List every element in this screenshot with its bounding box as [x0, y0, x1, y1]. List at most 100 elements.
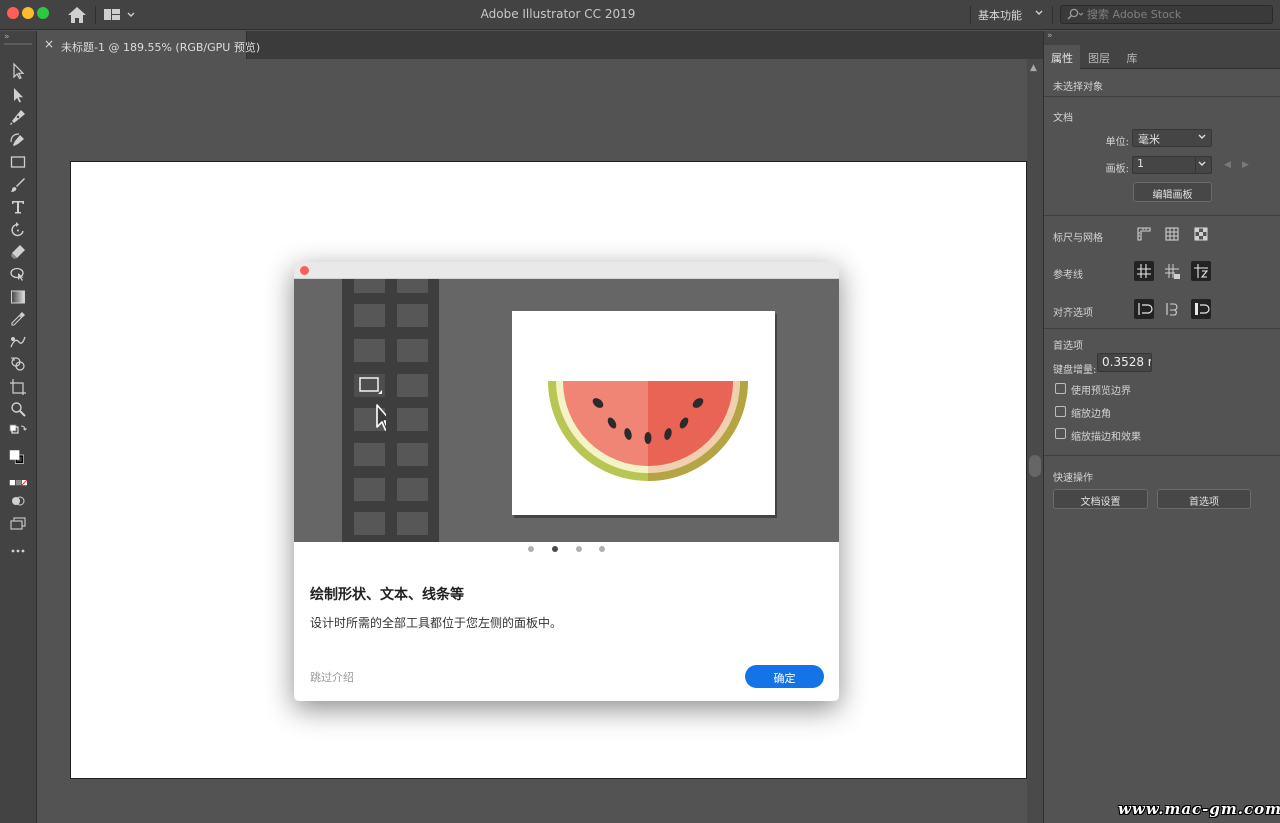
- intro-dialog: 绘制形状、文本、线条等 设计时所需的全部工具都位于您左侧的面板中。 跳过介绍 确…: [294, 262, 839, 701]
- type-tool-icon[interactable]: [7, 197, 29, 217]
- select-divider: [1195, 157, 1196, 173]
- units-label: 单位:: [1105, 137, 1129, 148]
- units-select[interactable]: 毫米: [1132, 129, 1212, 147]
- artboard-select[interactable]: 1: [1132, 156, 1212, 174]
- blend-tool-icon[interactable]: [7, 332, 29, 352]
- rectangle-tool-icon[interactable]: [7, 152, 29, 172]
- tab-layers[interactable]: 图层: [1081, 45, 1117, 69]
- workspace-switcher[interactable]: 基本功能: [978, 7, 1044, 23]
- arrange-documents-button[interactable]: [103, 7, 137, 23]
- panel-grip[interactable]: [4, 43, 32, 45]
- use-preview-bounds-checkbox[interactable]: [1055, 383, 1066, 394]
- document-section-heading: 文档: [1053, 113, 1073, 124]
- page-dot-active[interactable]: [552, 546, 558, 552]
- pen-tool-icon[interactable]: [7, 107, 29, 127]
- document-setup-button[interactable]: 文档设置: [1053, 489, 1148, 509]
- illustration-toolbar: [342, 279, 439, 542]
- titlebar-divider: [1052, 6, 1053, 24]
- document-tab[interactable]: × 未标题-1 @ 189.55% (RGB/GPU 预览): [38, 31, 260, 59]
- panel-tabs: 属性 图层 库: [1044, 45, 1280, 69]
- dialog-description: 设计时所需的全部工具都位于您左侧的面板中。: [310, 616, 563, 630]
- units-value: 毫米: [1138, 133, 1160, 146]
- home-icon[interactable]: [66, 5, 88, 25]
- eraser-tool-icon[interactable]: [7, 242, 29, 262]
- align-options-label: 对齐选项: [1053, 308, 1093, 319]
- drawing-mode-icon[interactable]: [7, 493, 29, 509]
- tab-properties[interactable]: 属性: [1044, 45, 1080, 69]
- collapse-panel-icon[interactable]: »: [1047, 31, 1053, 41]
- rulers-grids-label: 标尺与网格: [1053, 233, 1103, 244]
- align-to-pixel-icon[interactable]: [1191, 299, 1211, 319]
- grid-icon[interactable]: [1162, 224, 1182, 244]
- fill-stroke-swatch[interactable]: [4, 443, 30, 473]
- paintbrush-tool-icon[interactable]: [7, 175, 29, 195]
- ok-button[interactable]: 确定: [745, 665, 824, 688]
- keyboard-increment-input[interactable]: 0.3528 mm: [1097, 353, 1152, 372]
- guides-icon[interactable]: [1134, 261, 1154, 281]
- artboard-tool-icon[interactable]: [7, 377, 29, 397]
- page-dot[interactable]: [528, 546, 534, 552]
- window-maximize-button[interactable]: [37, 7, 49, 19]
- page-indicator: [294, 546, 839, 556]
- ruler-icon[interactable]: [1134, 224, 1154, 244]
- keyboard-increment-label: 键盘增量:: [1053, 365, 1097, 376]
- panel-divider: [1044, 215, 1280, 216]
- curvature-tool-icon[interactable]: [7, 130, 29, 150]
- stock-search-input[interactable]: [1087, 7, 1267, 22]
- vertical-scrollbar[interactable]: ▲: [1027, 59, 1043, 823]
- eyedropper-tool-icon[interactable]: [7, 309, 29, 329]
- quick-actions-heading: 快速操作: [1053, 473, 1093, 484]
- dialog-close-button[interactable]: [300, 266, 309, 275]
- scrollbar-thumb[interactable]: [1029, 455, 1041, 477]
- panel-divider: [1044, 96, 1280, 97]
- lock-guides-icon[interactable]: [1162, 261, 1182, 281]
- smart-guides-icon[interactable]: [1191, 261, 1211, 281]
- more-tools-icon[interactable]: [7, 545, 29, 557]
- selection-tool-icon[interactable]: [7, 61, 29, 81]
- panel-header: »: [1044, 31, 1280, 45]
- workspace-label: 基本功能: [978, 9, 1022, 22]
- titlebar-divider: [970, 6, 971, 24]
- panel-divider: [1044, 455, 1280, 456]
- shape-builder-tool-icon[interactable]: [7, 354, 29, 374]
- preferences-button[interactable]: 首选项: [1157, 489, 1251, 509]
- snap-to-pixel-icon[interactable]: [1162, 299, 1182, 319]
- rectangle-tool-icon: [359, 377, 386, 431]
- page-dot[interactable]: [599, 546, 605, 552]
- window-minimize-button[interactable]: [22, 7, 34, 19]
- direct-selection-tool-icon[interactable]: [7, 85, 29, 105]
- titlebar-divider: [95, 6, 96, 24]
- tab-libraries[interactable]: 库: [1118, 45, 1146, 69]
- screen-mode-icon[interactable]: [7, 515, 29, 533]
- zoom-tool-icon[interactable]: [7, 399, 29, 419]
- scroll-up-icon[interactable]: ▲: [1030, 63, 1037, 73]
- rotate-tool-icon[interactable]: [7, 220, 29, 240]
- skip-intro-link[interactable]: 跳过介绍: [310, 669, 354, 685]
- collapse-panel-icon[interactable]: »: [4, 32, 10, 42]
- watermelon-illustration: [548, 381, 748, 481]
- transparency-grid-icon[interactable]: [1191, 224, 1211, 244]
- stock-search: [1060, 5, 1273, 24]
- scale-corners-checkbox[interactable]: [1055, 406, 1066, 417]
- artboard-value: 1: [1137, 157, 1144, 170]
- scale-corners-label: 缩放边角: [1071, 409, 1111, 420]
- edit-artboards-button[interactable]: 编辑画板: [1133, 182, 1212, 202]
- window-titlebar: Adobe Illustrator CC 2019 基本功能: [0, 0, 1280, 30]
- tools-panel: »: [0, 31, 37, 823]
- close-tab-icon[interactable]: ×: [44, 37, 54, 51]
- width-tool-icon[interactable]: [7, 264, 29, 284]
- previous-artboard-icon[interactable]: ◀: [1224, 160, 1231, 170]
- gradient-tool-icon[interactable]: [7, 287, 29, 307]
- scale-strokes-effects-checkbox[interactable]: [1055, 428, 1066, 439]
- dialog-illustration: [294, 279, 839, 542]
- page-dot[interactable]: [576, 546, 582, 552]
- swap-colors-icon[interactable]: [7, 423, 29, 437]
- dialog-heading: 绘制形状、文本、线条等: [310, 587, 464, 603]
- guides-label: 参考线: [1053, 270, 1083, 281]
- window-close-button[interactable]: [7, 7, 19, 19]
- search-icon: [1066, 8, 1084, 24]
- window-title: Adobe Illustrator CC 2019: [480, 7, 636, 21]
- next-artboard-icon[interactable]: ▶: [1242, 160, 1249, 170]
- color-mode-icons[interactable]: [7, 477, 29, 489]
- snap-to-point-icon[interactable]: [1134, 299, 1154, 319]
